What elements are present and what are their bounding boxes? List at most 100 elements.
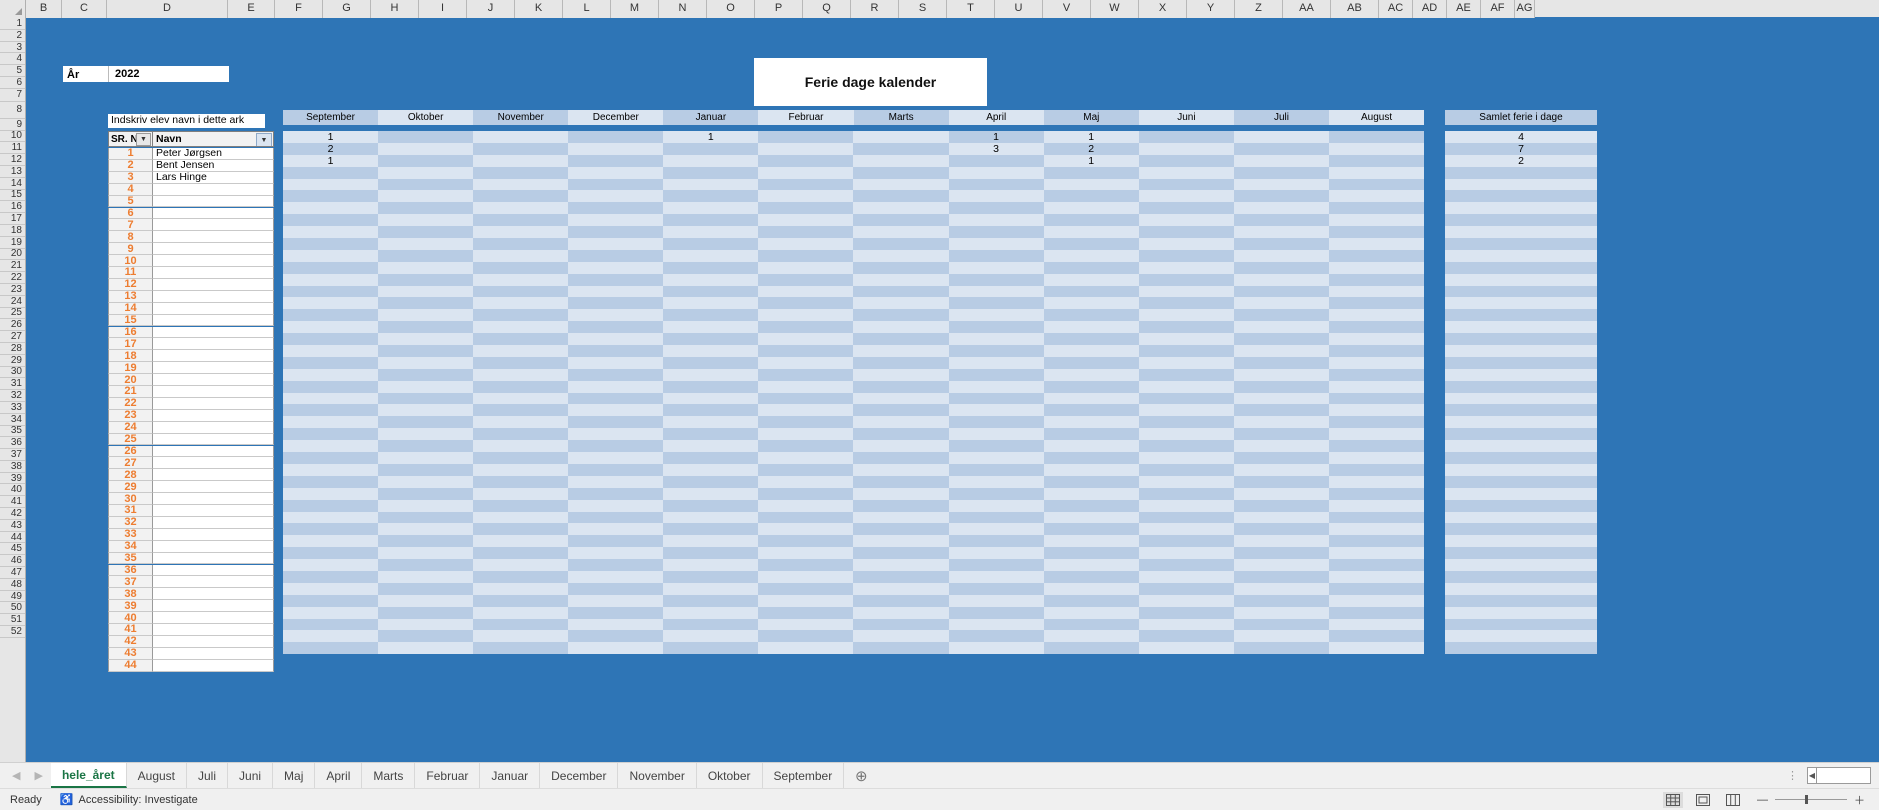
sheet-tab-juli[interactable]: Juli xyxy=(187,763,229,788)
calendar-cell[interactable] xyxy=(1138,404,1234,417)
total-cell[interactable] xyxy=(1445,392,1597,405)
calendar-cell[interactable] xyxy=(1043,356,1139,369)
name-table-row[interactable]: 35 xyxy=(108,552,274,565)
calendar-cell[interactable] xyxy=(1138,642,1234,655)
calendar-cell[interactable] xyxy=(568,499,664,512)
row-header-47[interactable]: 47 xyxy=(0,567,25,579)
total-row[interactable]: 2 xyxy=(1445,155,1597,167)
total-cell[interactable] xyxy=(1445,214,1597,227)
calendar-cell[interactable] xyxy=(663,368,759,381)
sr-no-cell[interactable]: 40 xyxy=(108,612,153,624)
sr-no-cell[interactable]: 9 xyxy=(108,243,153,256)
calendar-cell[interactable] xyxy=(1328,333,1424,346)
calendar-cell[interactable] xyxy=(758,499,854,512)
calendar-cell[interactable] xyxy=(1233,202,1329,215)
calendar-cell[interactable] xyxy=(853,416,949,429)
calendar-cell[interactable] xyxy=(1328,166,1424,179)
calendar-cell[interactable] xyxy=(568,285,664,298)
calendar-cell[interactable] xyxy=(758,511,854,524)
calendar-cell[interactable] xyxy=(948,463,1044,476)
calendar-cell[interactable] xyxy=(948,273,1044,286)
name-table-row[interactable]: 41 xyxy=(108,623,274,636)
total-cell[interactable] xyxy=(1445,452,1597,464)
calendar-cell[interactable] xyxy=(1328,618,1424,631)
calendar-cell[interactable] xyxy=(758,345,854,357)
calendar-cell[interactable] xyxy=(948,428,1044,441)
calendar-cell[interactable] xyxy=(378,511,474,524)
calendar-row[interactable] xyxy=(283,499,1424,512)
calendar-row[interactable] xyxy=(283,452,1424,464)
calendar-cell[interactable] xyxy=(378,463,474,476)
calendar-cell[interactable] xyxy=(948,261,1044,274)
student-name-cell[interactable] xyxy=(153,183,274,196)
sr-no-cell[interactable]: 10 xyxy=(108,255,153,267)
calendar-cell[interactable] xyxy=(1043,178,1139,191)
calendar-cell[interactable] xyxy=(1138,202,1234,215)
calendar-cell[interactable] xyxy=(663,333,759,346)
sr-no-cell[interactable]: 32 xyxy=(108,516,153,529)
calendar-cell[interactable] xyxy=(378,570,474,583)
calendar-cell[interactable] xyxy=(1328,428,1424,441)
calendar-cell[interactable] xyxy=(1138,368,1234,381)
calendar-cell[interactable] xyxy=(473,416,569,429)
calendar-cell[interactable] xyxy=(948,630,1044,643)
calendar-cell[interactable] xyxy=(758,368,854,381)
student-name-cell[interactable] xyxy=(153,600,274,613)
calendar-cell[interactable] xyxy=(663,487,759,500)
calendar-row[interactable] xyxy=(283,416,1424,429)
calendar-cell[interactable] xyxy=(1138,523,1234,536)
total-row[interactable] xyxy=(1445,321,1597,334)
name-table-row[interactable]: 33 xyxy=(108,528,274,541)
student-name-cell[interactable] xyxy=(153,397,274,410)
calendar-cell[interactable] xyxy=(1328,606,1424,619)
calendar-cell[interactable] xyxy=(1138,511,1234,524)
calendar-cell[interactable] xyxy=(663,380,759,393)
total-cell[interactable] xyxy=(1445,166,1597,179)
calendar-cell[interactable] xyxy=(663,178,759,191)
chevron-left-icon[interactable]: ◀ xyxy=(12,769,20,782)
total-cell[interactable] xyxy=(1445,547,1597,560)
student-name-cell[interactable] xyxy=(153,350,274,363)
name-table-row[interactable]: 8 xyxy=(108,231,274,244)
calendar-cell[interactable] xyxy=(1233,309,1329,322)
calendar-cell[interactable] xyxy=(378,178,474,191)
calendar-cell[interactable] xyxy=(1138,463,1234,476)
calendar-cell[interactable] xyxy=(568,547,664,560)
calendar-cell[interactable] xyxy=(1043,368,1139,381)
sr-no-header-cell[interactable]: SR. N ▼ xyxy=(108,131,153,147)
total-cell[interactable] xyxy=(1445,475,1597,488)
sr-no-cell[interactable]: 11 xyxy=(108,266,153,279)
calendar-cell[interactable] xyxy=(568,606,664,619)
calendar-cell[interactable] xyxy=(378,499,474,512)
calendar-row[interactable] xyxy=(283,190,1424,203)
calendar-cell[interactable] xyxy=(568,440,664,453)
calendar-cell[interactable] xyxy=(758,178,854,191)
calendar-cell[interactable] xyxy=(1233,440,1329,453)
calendar-cell[interactable] xyxy=(283,190,379,203)
calendar-cell[interactable] xyxy=(853,356,949,369)
calendar-cell[interactable] xyxy=(758,642,854,655)
calendar-cell[interactable] xyxy=(663,582,759,595)
calendar-cell[interactable] xyxy=(948,285,1044,298)
total-cell[interactable] xyxy=(1445,178,1597,191)
worksheet-canvas[interactable]: År 2022 Ferie dage kalender Indskriv ele… xyxy=(27,18,1879,810)
total-row[interactable] xyxy=(1445,416,1597,429)
student-name-cell[interactable] xyxy=(153,576,274,589)
calendar-cell[interactable] xyxy=(758,154,854,167)
row-header-7[interactable]: 7 xyxy=(0,88,25,102)
calendar-cell[interactable] xyxy=(1043,285,1139,298)
calendar-cell[interactable] xyxy=(473,214,569,227)
total-cell[interactable] xyxy=(1445,606,1597,619)
calendar-cell[interactable] xyxy=(568,463,664,476)
student-name-cell[interactable]: Lars Hinge xyxy=(153,171,274,184)
calendar-cell[interactable] xyxy=(568,452,664,464)
calendar-cell[interactable] xyxy=(1043,321,1139,334)
row-header-44[interactable]: 44 xyxy=(0,532,25,544)
calendar-cell[interactable] xyxy=(473,440,569,453)
sheet-nav-buttons[interactable]: ◀ ▶ xyxy=(0,763,51,788)
view-mode-buttons[interactable] xyxy=(1663,791,1757,808)
name-filter-dropdown-icon[interactable]: ▼ xyxy=(256,133,272,146)
calendar-row[interactable] xyxy=(283,547,1424,560)
calendar-row[interactable] xyxy=(283,463,1424,476)
column-header-ac[interactable]: AC xyxy=(1379,0,1413,18)
